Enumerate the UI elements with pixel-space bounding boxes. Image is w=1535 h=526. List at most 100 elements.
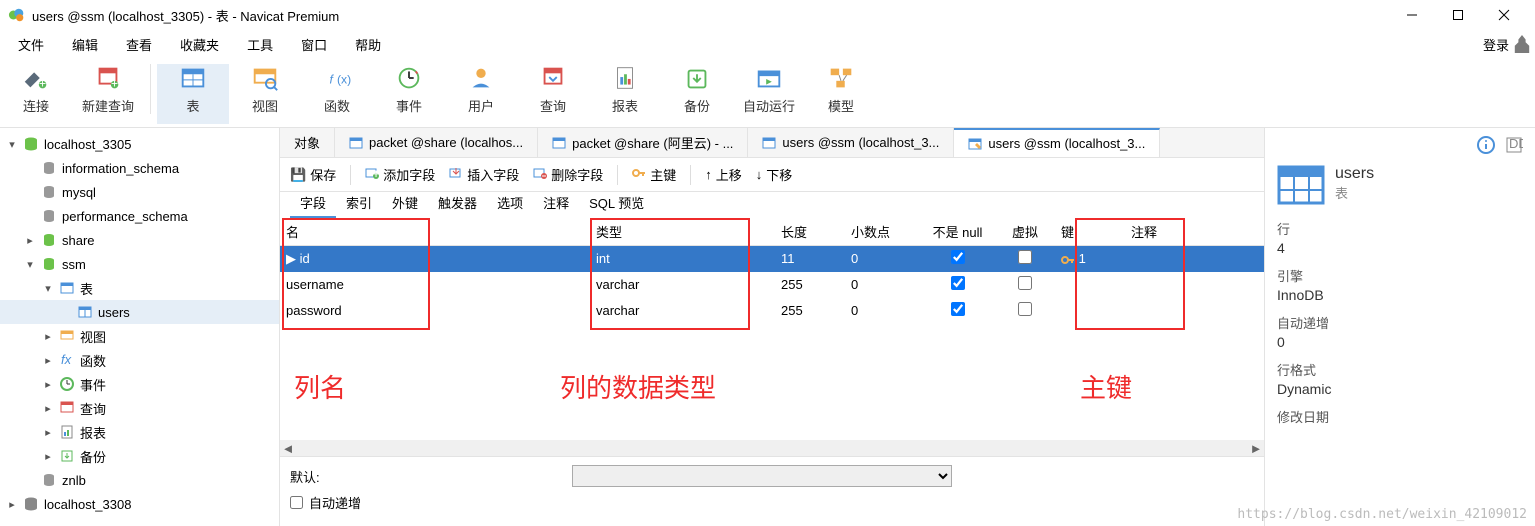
field-row[interactable]: ▶ id int 11 0 1 [280, 246, 1264, 272]
subtab[interactable]: 索引 [336, 189, 382, 218]
document-tab[interactable]: users @ssm (localhost_3... [954, 128, 1160, 158]
menu-help[interactable]: 帮助 [341, 31, 395, 58]
maximize-button[interactable] [1435, 0, 1481, 30]
scroll-right-icon[interactable]: ► [1248, 441, 1264, 456]
document-tab[interactable]: users @ssm (localhost_3... [748, 128, 954, 158]
expander-icon[interactable]: ▸ [42, 330, 54, 343]
tree-item[interactable]: ▸事件 [0, 372, 279, 396]
cell-comment[interactable] [1125, 272, 1246, 298]
expander-icon[interactable]: ▾ [42, 282, 54, 295]
toolbar-event[interactable]: 事件 [373, 64, 445, 124]
tree-item[interactable]: users [0, 300, 279, 324]
cell-virtual[interactable] [995, 298, 1055, 324]
toolbar-query[interactable]: 查询 [517, 64, 589, 124]
cell-key[interactable]: 1 [1055, 246, 1125, 272]
col-virtual[interactable]: 虚拟 [995, 218, 1055, 246]
minimize-button[interactable] [1389, 0, 1435, 30]
move-up-button[interactable]: ↑ 上移 [705, 165, 742, 184]
toolbar-backup[interactable]: 备份 [661, 64, 733, 124]
col-notnull[interactable]: 不是 null [920, 218, 995, 246]
cell-type[interactable]: varchar [590, 298, 775, 324]
login-link[interactable]: 登录 [1483, 35, 1509, 54]
default-select[interactable] [572, 465, 952, 487]
subtab[interactable]: SQL 预览 [579, 189, 654, 218]
expander-icon[interactable]: ▾ [24, 258, 36, 271]
tree-item[interactable]: ▸备份 [0, 444, 279, 468]
cell-decimals[interactable]: 0 [845, 298, 920, 324]
col-decimals[interactable]: 小数点 [845, 218, 920, 246]
document-tab[interactable]: packet @share (localhos... [335, 128, 538, 158]
toolbar-view[interactable]: 视图 [229, 64, 301, 124]
subtab[interactable]: 选项 [487, 189, 533, 218]
menu-file[interactable]: 文件 [4, 31, 58, 58]
menu-favorites[interactable]: 收藏夹 [166, 31, 233, 58]
subtab[interactable]: 字段 [290, 189, 336, 218]
expander-icon[interactable]: ▸ [42, 378, 54, 391]
cell-name[interactable]: password [280, 298, 590, 324]
connection-tree[interactable]: ▾localhost_3305information_schemamysqlpe… [0, 128, 280, 526]
document-tab[interactable]: packet @share (阿里云) - ... [538, 128, 748, 158]
cell-type[interactable]: int [590, 246, 775, 272]
tree-item[interactable]: information_schema [0, 156, 279, 180]
menu-edit[interactable]: 编辑 [58, 31, 112, 58]
menu-view[interactable]: 查看 [112, 31, 166, 58]
subtab[interactable]: 触发器 [428, 189, 487, 218]
cell-virtual[interactable] [995, 246, 1055, 272]
fields-grid[interactable]: 名 类型 长度 小数点 不是 null 虚拟 键 注释 ▶ id int 11 … [280, 218, 1264, 324]
cell-decimals[interactable]: 0 [845, 246, 920, 272]
expander-icon[interactable]: ▸ [42, 426, 54, 439]
expander-icon[interactable]: ▸ [42, 450, 54, 463]
cell-length[interactable]: 255 [775, 298, 845, 324]
expander-icon[interactable]: ▸ [6, 498, 18, 511]
expander-icon[interactable]: ▸ [42, 402, 54, 415]
toolbar-model[interactable]: 模型 [805, 64, 877, 124]
add-field-button[interactable]: + 添加字段 [365, 165, 435, 184]
col-name[interactable]: 名 [280, 218, 590, 246]
auto-increment-checkbox[interactable]: 自动递增 [290, 493, 361, 512]
primary-key-button[interactable]: 主键 [632, 165, 676, 184]
move-down-button[interactable]: ↓ 下移 [756, 165, 793, 184]
cell-notnull[interactable] [920, 246, 995, 272]
cell-length[interactable]: 255 [775, 272, 845, 298]
cell-comment[interactable] [1125, 246, 1246, 272]
col-type[interactable]: 类型 [590, 218, 775, 246]
toolbar-function[interactable]: f(x) 函数 [301, 64, 373, 124]
col-length[interactable]: 长度 [775, 218, 845, 246]
expander-icon[interactable]: ▸ [24, 234, 36, 247]
cell-notnull[interactable] [920, 298, 995, 324]
cell-decimals[interactable]: 0 [845, 272, 920, 298]
field-row[interactable]: password varchar 255 0 [280, 298, 1264, 324]
cell-key[interactable] [1055, 298, 1125, 324]
scroll-left-icon[interactable]: ◄ [280, 441, 296, 456]
delete-field-button[interactable]: 删除字段 [533, 165, 603, 184]
toolbar-report[interactable]: 报表 [589, 64, 661, 124]
col-key[interactable]: 键 [1055, 218, 1125, 246]
cell-key[interactable] [1055, 272, 1125, 298]
toolbar-connection[interactable]: + 连接 [0, 64, 72, 124]
close-button[interactable] [1481, 0, 1527, 30]
tree-item[interactable]: znlb [0, 468, 279, 492]
cell-notnull[interactable] [920, 272, 995, 298]
toolbar-table[interactable]: 表 [157, 64, 229, 124]
info-icon[interactable] [1477, 136, 1495, 157]
expander-icon[interactable]: ▸ [42, 354, 54, 367]
toolbar-automation[interactable]: 自动运行 [733, 64, 805, 124]
toolbar-user[interactable]: 用户 [445, 64, 517, 124]
col-comment[interactable]: 注释 [1125, 218, 1246, 246]
tree-item[interactable]: performance_schema [0, 204, 279, 228]
expander-icon[interactable]: ▾ [6, 138, 18, 151]
tree-item[interactable]: ▸share [0, 228, 279, 252]
cell-name[interactable]: ▶ id [280, 246, 590, 272]
document-tab[interactable]: 对象 [280, 128, 335, 158]
tree-item[interactable]: ▸fx函数 [0, 348, 279, 372]
cell-name[interactable]: username [280, 272, 590, 298]
tree-item[interactable]: ▸视图 [0, 324, 279, 348]
tree-item[interactable]: ▸报表 [0, 420, 279, 444]
toolbar-new-query[interactable]: + 新建查询 [72, 64, 144, 124]
cell-type[interactable]: varchar [590, 272, 775, 298]
tree-item[interactable]: mysql [0, 180, 279, 204]
tree-item[interactable]: ▾localhost_3305 [0, 132, 279, 156]
cell-comment[interactable] [1125, 298, 1246, 324]
h-scrollbar[interactable]: ◄ ► [280, 440, 1264, 456]
ddl-icon[interactable]: DDL [1505, 136, 1523, 157]
